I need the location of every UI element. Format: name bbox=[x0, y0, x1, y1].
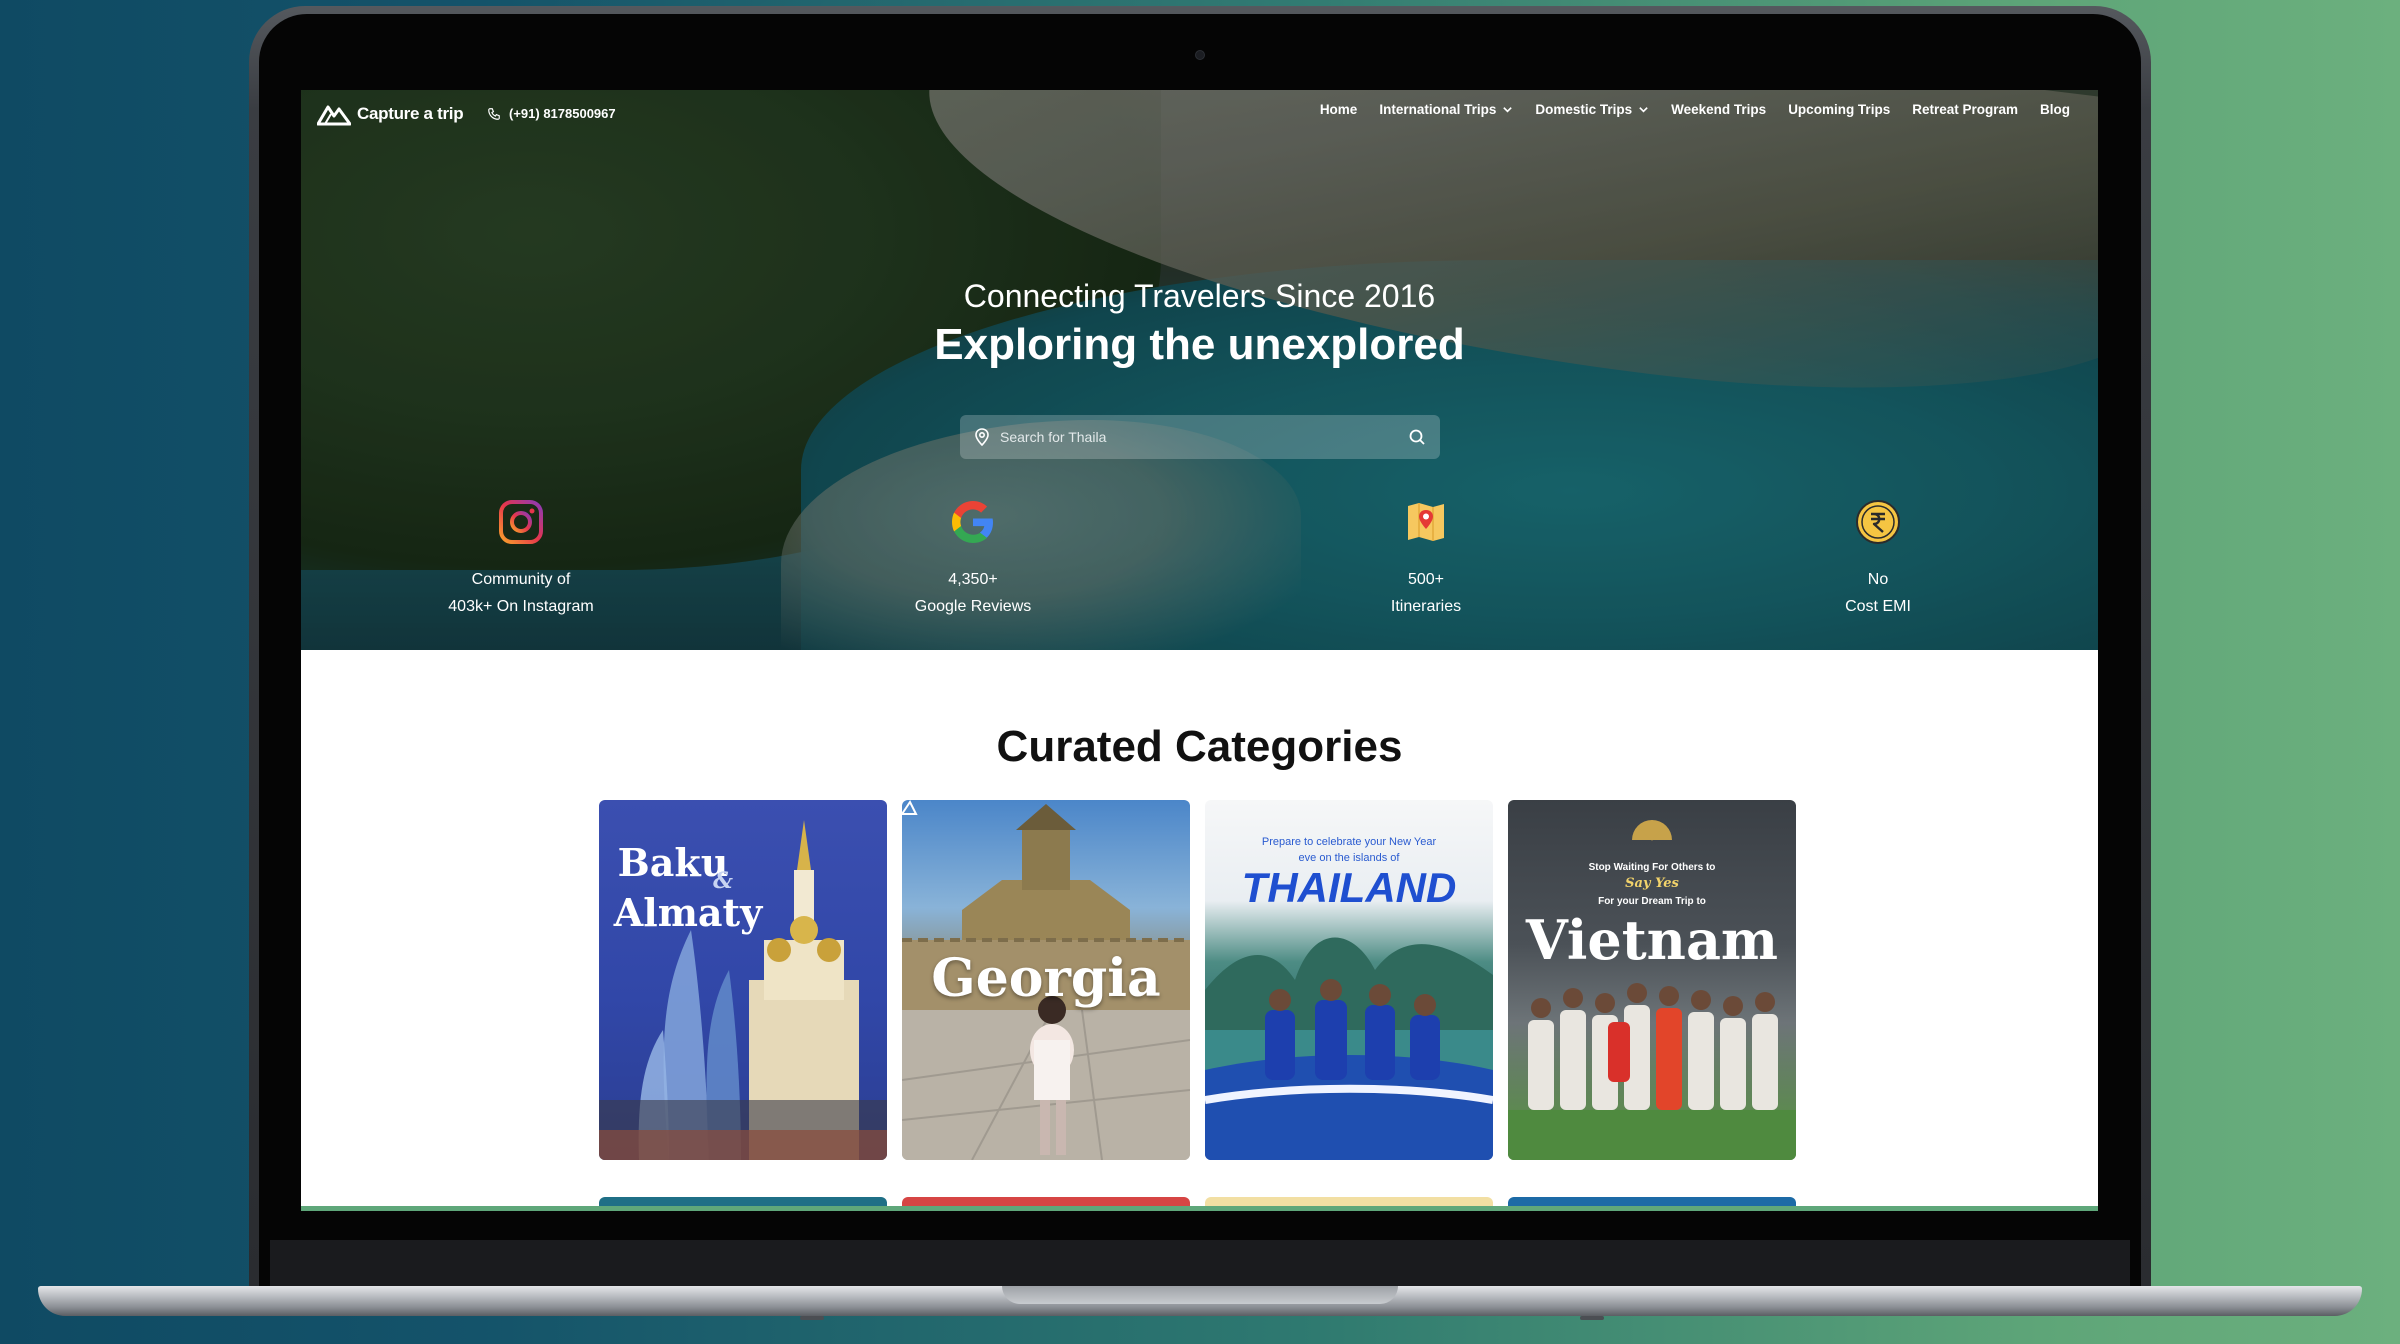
stat-line2: Itineraries bbox=[1390, 598, 1462, 615]
hero-subtitle: Connecting Travelers Since 2016 bbox=[963, 278, 1436, 314]
search-icon[interactable] bbox=[1408, 428, 1426, 446]
instagram-icon bbox=[499, 500, 543, 544]
card-caption: THAILAND bbox=[1241, 864, 1457, 911]
card-caption: Vietnam bbox=[1525, 908, 1779, 972]
category-card-thailand[interactable]: Prepare to celebrate your New Year eve o… bbox=[1205, 800, 1493, 1160]
nav-label: Home bbox=[1319, 102, 1358, 117]
browser-screen: Capture a trip (+91) 8178500967 Home Int… bbox=[301, 90, 2098, 1211]
logo-text: Capture a trip bbox=[357, 104, 464, 123]
stat-google-reviews: 4,350+ Google Reviews bbox=[853, 498, 1093, 620]
stat-line1: Community of bbox=[471, 571, 571, 588]
hero-section: Capture a trip (+91) 8178500967 Home Int… bbox=[301, 90, 2098, 650]
curated-categories-title: Curated Categories bbox=[996, 722, 1403, 771]
category-card-baku-almaty[interactable]: Baku & Almaty bbox=[599, 800, 887, 1160]
nav-item-weekend-trips[interactable]: Weekend Trips bbox=[1671, 102, 1766, 117]
laptop-hinge-notch bbox=[1002, 1286, 1398, 1304]
screen-bottom-bezel bbox=[270, 1240, 2130, 1286]
card-caption: Georgia bbox=[931, 948, 1161, 1009]
card-tagline-1: Stop Waiting For Others to bbox=[1588, 862, 1716, 873]
nav-label: Upcoming Trips bbox=[1788, 102, 1891, 117]
nav-item-retreat-program[interactable]: Retreat Program bbox=[1912, 102, 2018, 117]
stat-line2: Cost EMI bbox=[1845, 598, 1911, 615]
stat-line2: Google Reviews bbox=[914, 598, 1032, 615]
nav-label: International Trips bbox=[1379, 102, 1497, 117]
nav-item-domestic-trips[interactable]: Domestic Trips bbox=[1535, 102, 1649, 117]
nav-label: Retreat Program bbox=[1912, 102, 2018, 117]
map-pin-icon bbox=[1408, 503, 1444, 541]
stat-no-cost-emi: No Cost EMI bbox=[1758, 498, 1998, 620]
stat-line2: 403k+ On Instagram bbox=[448, 598, 594, 615]
nav-item-home[interactable]: Home bbox=[1320, 102, 1358, 117]
card-tagline-3: For your Dream Trip to bbox=[1598, 896, 1706, 907]
vietnam-group-illustration bbox=[1508, 820, 1796, 1160]
stat-instagram: Community of 403k+ On Instagram bbox=[401, 498, 641, 620]
phone-icon bbox=[488, 107, 500, 120]
card-tagline-2: eve on the islands of bbox=[1298, 852, 1400, 864]
card-caption-line2: Almaty bbox=[613, 890, 763, 935]
chevron-down-icon bbox=[1639, 107, 1648, 113]
nav-item-international-trips[interactable]: International Trips bbox=[1379, 102, 1513, 117]
rupee-coin-icon bbox=[1856, 500, 1900, 544]
stat-line1: 4,350+ bbox=[948, 571, 998, 588]
chevron-down-icon bbox=[1503, 107, 1513, 113]
nav-label: Blog bbox=[2040, 102, 2070, 117]
card-tagline-2: Say Yes bbox=[1625, 876, 1679, 891]
stat-line1: No bbox=[1867, 571, 1889, 588]
google-icon bbox=[952, 501, 993, 543]
nav-label: Weekend Trips bbox=[1671, 102, 1767, 117]
location-pin-icon bbox=[975, 428, 989, 446]
nav-item-blog[interactable]: Blog bbox=[2040, 102, 2070, 117]
camera-icon bbox=[1195, 50, 1205, 60]
nav-label: Domestic Trips bbox=[1535, 102, 1633, 117]
stat-itineraries: 500+ Itineraries bbox=[1306, 498, 1546, 620]
destination-search-bar[interactable] bbox=[960, 415, 1440, 459]
category-card-georgia[interactable]: Georgia bbox=[902, 800, 1190, 1160]
mountain-logo-icon bbox=[317, 105, 351, 126]
phone-contact[interactable]: (+91) 8178500967 bbox=[487, 106, 616, 121]
laptop-foot bbox=[1580, 1316, 1604, 1320]
card-tagline-1: Prepare to celebrate your New Year bbox=[1261, 836, 1437, 848]
screen-bottom-strip bbox=[301, 1206, 2098, 1211]
category-card-vietnam[interactable]: Stop Waiting For Others to Say Yes For y… bbox=[1508, 800, 1796, 1160]
nav-menu: Home International Trips Domestic Trips … bbox=[1320, 102, 2070, 117]
top-navigation: Capture a trip (+91) 8178500967 Home Int… bbox=[301, 90, 2098, 140]
nav-item-upcoming-trips[interactable]: Upcoming Trips bbox=[1788, 102, 1890, 117]
phone-number: (+91) 8178500967 bbox=[509, 106, 616, 121]
search-input[interactable] bbox=[990, 429, 1408, 445]
site-logo[interactable]: Capture a trip bbox=[317, 102, 464, 126]
hero-title: Exploring the unexplored bbox=[934, 320, 1465, 369]
laptop-foot bbox=[800, 1316, 824, 1320]
stat-line1: 500+ bbox=[1407, 571, 1445, 588]
